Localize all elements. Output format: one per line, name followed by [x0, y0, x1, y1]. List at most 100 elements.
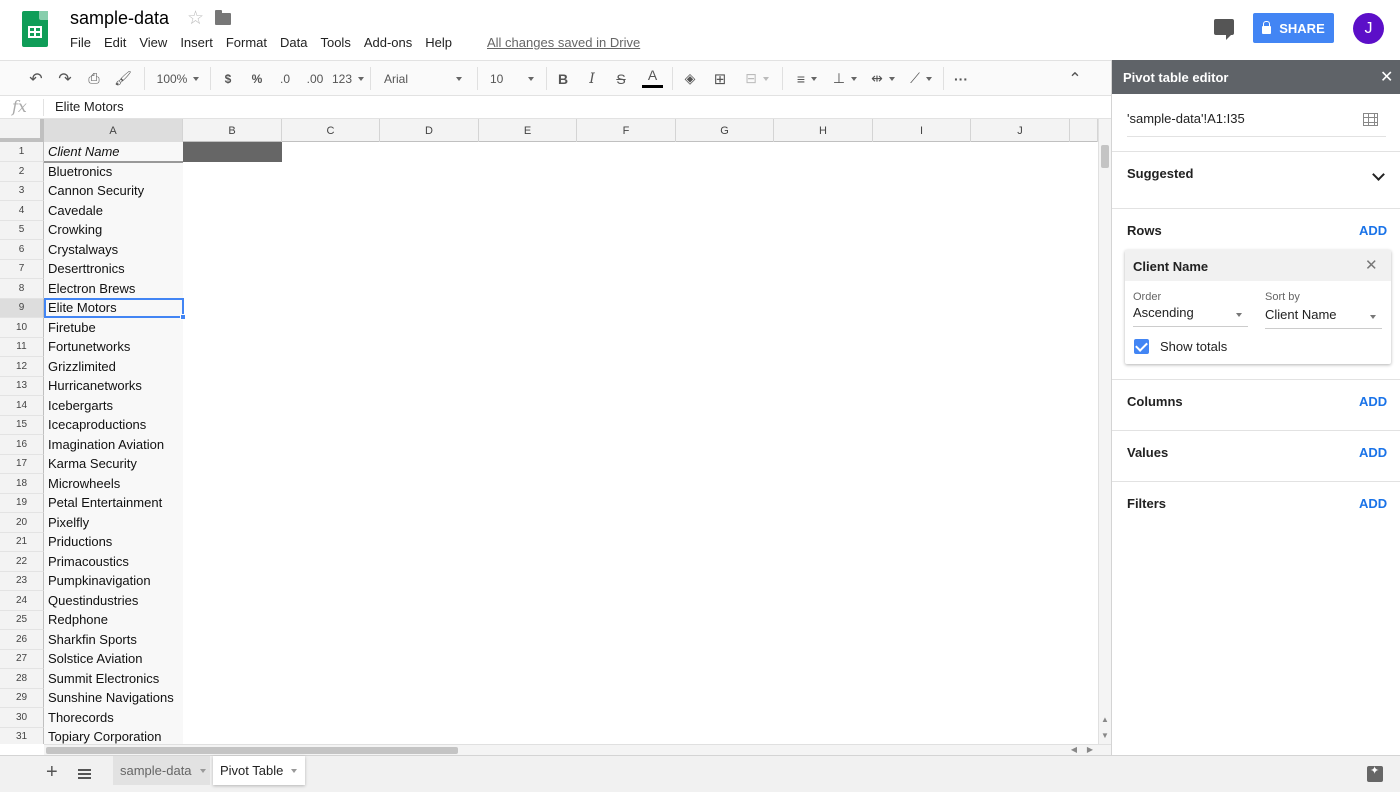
sheet-tab-pivot-table[interactable]: Pivot Table	[213, 756, 305, 785]
row-header[interactable]: 22	[0, 552, 44, 572]
menu-format[interactable]: Format	[226, 35, 267, 53]
row-header[interactable]: 12	[0, 357, 44, 377]
add-values-button[interactable]: ADD	[1359, 445, 1387, 460]
show-totals-checkbox[interactable]	[1134, 339, 1149, 354]
row-header[interactable]: 5	[0, 220, 44, 240]
row-header[interactable]: 24	[0, 591, 44, 611]
horizontal-scroll-thumb[interactable]	[46, 747, 458, 754]
paint-format-icon[interactable]: 🖌	[113, 61, 133, 96]
row-header[interactable]: 13	[0, 376, 44, 396]
zoom-select[interactable]: 100%	[150, 61, 206, 96]
table-cell[interactable]: Crystalways	[44, 240, 183, 260]
row-header[interactable]: 9	[0, 298, 44, 318]
vertical-align-icon[interactable]: ⊥	[828, 61, 862, 96]
strikethrough-button[interactable]: S	[612, 61, 630, 96]
bold-button[interactable]: B	[554, 61, 572, 96]
text-wrapping-icon[interactable]: ⇹	[866, 61, 900, 96]
add-rows-button[interactable]: ADD	[1359, 223, 1387, 238]
row-header[interactable]: 11	[0, 337, 44, 357]
table-cell[interactable]: Hurricanetworks	[44, 377, 183, 397]
column-header[interactable]: J	[971, 119, 1070, 142]
column-header[interactable]: G	[676, 119, 774, 142]
sheet-tab-sample-data[interactable]: sample-data	[113, 756, 210, 785]
folder-icon[interactable]	[215, 10, 231, 25]
table-cell[interactable]: Pixelfly	[44, 513, 183, 533]
row-header[interactable]: 16	[0, 435, 44, 455]
header-cell[interactable]: Client Name	[44, 142, 183, 162]
selected-cell-outline[interactable]	[44, 298, 184, 318]
row-header[interactable]: 31	[0, 727, 44, 744]
table-cell[interactable]: Primacoustics	[44, 552, 183, 572]
row-header[interactable]: 18	[0, 474, 44, 494]
spreadsheet-grid[interactable]: A B C D E F G H I J 1 Client Name 2 Bluetro…	[0, 119, 1098, 744]
table-cell[interactable]: Fortunetworks	[44, 338, 183, 358]
text-rotation-icon[interactable]: ⟋	[904, 61, 938, 96]
currency-format-button[interactable]: $	[220, 61, 236, 96]
fill-color-icon[interactable]: ◈	[680, 61, 700, 96]
percent-format-button[interactable]: %	[248, 61, 266, 96]
row-header[interactable]: 26	[0, 630, 44, 650]
column-header[interactable]: D	[380, 119, 479, 142]
sort-by-select[interactable]: Client Name	[1265, 307, 1382, 329]
scroll-left-arrow-icon[interactable]: ◀	[1068, 745, 1080, 755]
font-size-select[interactable]: 10	[484, 61, 540, 96]
fill-handle[interactable]	[180, 314, 186, 320]
row-header[interactable]: 21	[0, 532, 44, 552]
menu-tools[interactable]: Tools	[320, 35, 350, 53]
vertical-scroll-thumb[interactable]	[1101, 145, 1109, 168]
add-columns-button[interactable]: ADD	[1359, 394, 1387, 409]
more-formats-select[interactable]: 123	[332, 61, 365, 96]
menu-insert[interactable]: Insert	[180, 35, 213, 53]
merge-cells-icon[interactable]: ⊟	[740, 61, 774, 96]
row-header[interactable]: 15	[0, 415, 44, 435]
print-icon[interactable]: ⎙	[84, 61, 104, 96]
collapse-toolbar-button[interactable]: ⌃	[1064, 61, 1086, 96]
table-cell[interactable]: Summit Electronics	[44, 669, 183, 689]
close-icon[interactable]: ✕	[1380, 67, 1393, 87]
increase-decimals-button[interactable]: .00	[302, 61, 328, 96]
column-header[interactable]: C	[282, 119, 380, 142]
table-cell[interactable]: Grizzlimited	[44, 357, 183, 377]
row-header[interactable]: 29	[0, 688, 44, 708]
select-range-grid-icon[interactable]	[1363, 113, 1378, 126]
table-cell[interactable]: Petal Entertainment	[44, 494, 183, 514]
horizontal-scrollbar[interactable]: ◀ ▶	[44, 744, 1111, 755]
table-cell[interactable]: Cannon Security	[44, 182, 183, 202]
table-cell[interactable]: Microwheels	[44, 474, 183, 494]
select-all-corner[interactable]	[0, 119, 44, 142]
menu-help[interactable]: Help	[425, 35, 452, 53]
scroll-right-arrow-icon[interactable]: ▶	[1084, 745, 1096, 755]
italic-button[interactable]: I	[583, 61, 601, 96]
column-header[interactable]: I	[873, 119, 971, 142]
all-sheets-menu-icon[interactable]	[78, 769, 91, 779]
menu-file[interactable]: File	[70, 35, 91, 53]
table-cell[interactable]: Bluetronics	[44, 162, 183, 182]
menu-edit[interactable]: Edit	[104, 35, 126, 53]
horizontal-align-icon[interactable]: ≡	[790, 61, 824, 96]
table-cell[interactable]: Icebergarts	[44, 396, 183, 416]
order-select[interactable]: Ascending	[1133, 305, 1248, 327]
column-header[interactable]: A	[44, 119, 183, 142]
undo-icon[interactable]: ↶	[26, 61, 46, 96]
chevron-down-icon[interactable]	[199, 768, 206, 773]
table-cell[interactable]: Solstice Aviation	[44, 650, 183, 670]
row-header[interactable]: 25	[0, 610, 44, 630]
menu-data[interactable]: Data	[280, 35, 307, 53]
avatar[interactable]: J	[1353, 13, 1384, 44]
row-header[interactable]: 10	[0, 318, 44, 338]
borders-icon[interactable]: ⊞	[710, 61, 730, 96]
sheets-logo-icon[interactable]	[22, 11, 48, 47]
document-title[interactable]: sample-data	[70, 8, 169, 29]
row-header[interactable]: 14	[0, 396, 44, 416]
column-header[interactable]: E	[479, 119, 577, 142]
comments-icon[interactable]	[1214, 19, 1234, 40]
table-cell[interactable]: Priductions	[44, 533, 183, 553]
row-header[interactable]: 28	[0, 669, 44, 689]
table-cell[interactable]: Icecaproductions	[44, 416, 183, 436]
row-header[interactable]: 7	[0, 259, 44, 279]
row-header[interactable]: 23	[0, 571, 44, 591]
row-header[interactable]: 3	[0, 181, 44, 201]
scroll-down-arrow-icon[interactable]: ▼	[1099, 729, 1111, 743]
row-header[interactable]: 8	[0, 279, 44, 299]
row-header[interactable]: 27	[0, 649, 44, 669]
